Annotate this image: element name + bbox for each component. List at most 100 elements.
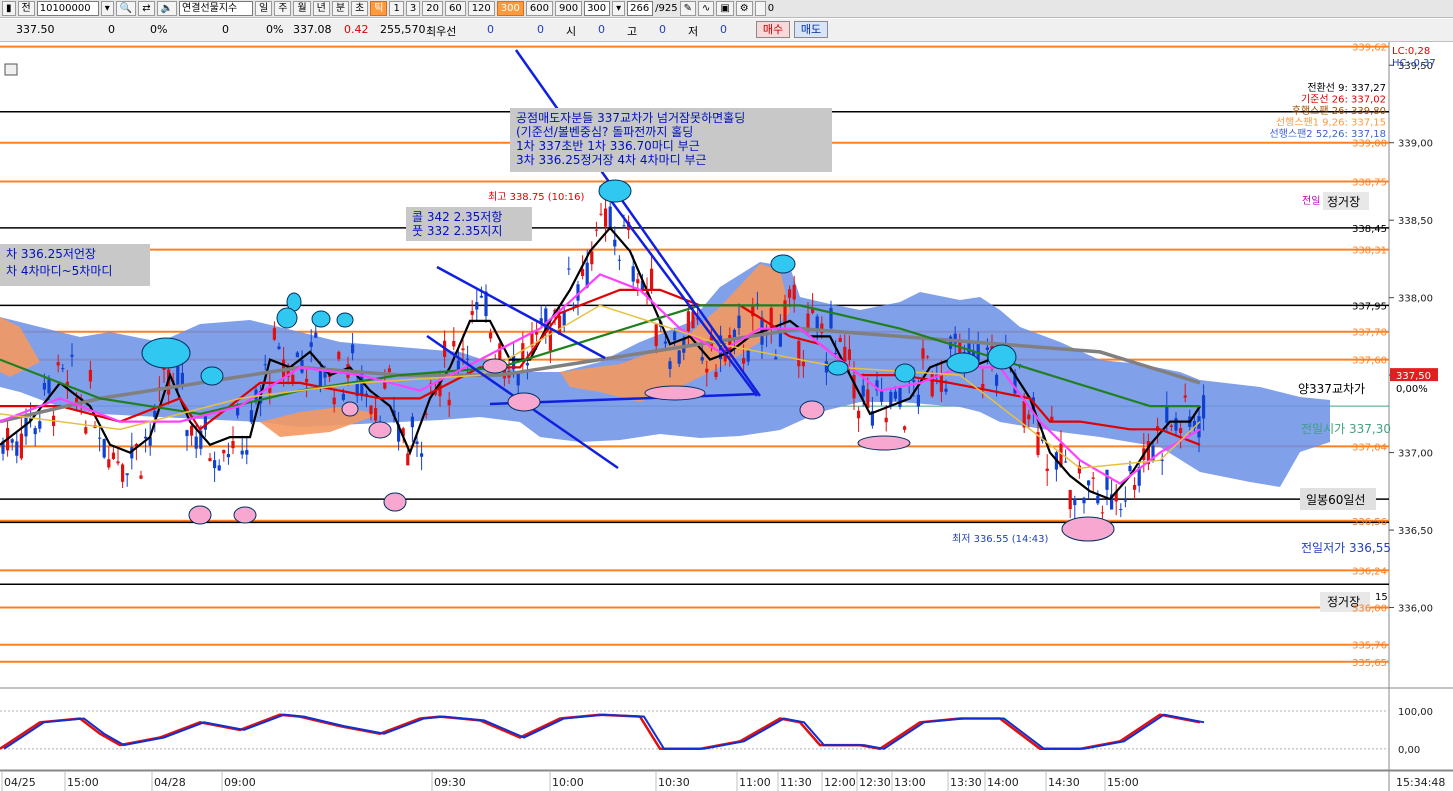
grid-menu-icon[interactable] [4,63,18,76]
indicator-legend-item: 기준선 26: 337,02 [1301,94,1386,106]
candle [277,346,281,350]
candle [263,364,267,366]
candle [590,251,594,265]
highlight-ellipse [894,363,916,383]
candle [599,213,603,215]
interval-1[interactable]: 1 [389,1,404,16]
volume-value: 255,570 [380,23,426,36]
dropdown-arrow-icon[interactable]: ▾ [100,1,114,16]
candle [1027,414,1031,420]
x-tick-label: 04/28 [154,776,186,789]
candle [208,458,212,462]
period-month[interactable]: 월 [293,1,311,16]
window-icon[interactable]: ▮ [2,1,16,16]
candle [525,363,529,366]
quote-v2: 0 [222,23,229,36]
speaker-icon[interactable]: 🔈 [156,1,178,16]
candle [604,208,608,227]
level-label: 337,78 [1352,328,1387,339]
current-price-label: 337,50 [1396,371,1431,382]
candle [949,336,953,349]
highlight-ellipse [827,360,849,376]
save-icon[interactable]: ▣ [716,1,734,16]
level-label: 337,04 [1352,442,1387,453]
candle [240,450,244,455]
period-minute[interactable]: 분 [331,1,350,16]
candle [677,350,681,364]
candle [792,284,796,300]
candle [880,391,884,402]
highlight-ellipse [857,435,911,451]
buy-button[interactable]: 매수 [756,21,790,38]
candle [1100,512,1104,514]
candle [70,354,74,357]
interval-input[interactable]: 300 [584,1,611,16]
interval-20[interactable]: 20 [422,1,443,16]
period-tick[interactable]: 틱 [370,1,388,16]
candle [654,324,658,346]
link-icon[interactable]: ⇄ [138,1,155,16]
candle [834,352,838,355]
candle [1045,468,1049,472]
interval-120[interactable]: 120 [467,1,495,16]
candle [1179,428,1183,434]
candle [668,361,672,369]
period-week[interactable]: 주 [274,1,292,16]
period-day[interactable]: 일 [255,1,273,16]
label-jeo: 저 [688,25,699,38]
small-label: 15 [1375,592,1388,603]
candle [341,393,345,400]
candle [176,366,180,386]
candle [829,307,833,329]
interval-300[interactable]: 300 [496,1,524,16]
quote-v1: 0 [108,23,115,36]
instrument-select[interactable]: 연결선물지수 [179,1,254,16]
period-year[interactable]: 년 [312,1,330,16]
osc-tick-label: 0,00 [1398,745,1420,756]
interval-900[interactable]: 900 [554,1,583,16]
dropdown-arrow-icon[interactable]: ▾ [612,1,626,16]
search-icon[interactable]: 🔍 [115,1,137,16]
x-tick-label: 09:00 [224,776,256,789]
price-chart[interactable]: 전환선 9: 337,27기준선 26: 337,02후행스팬 26: 339,… [0,42,1453,791]
interval-600[interactable]: 600 [525,1,553,16]
candle [222,449,226,454]
sell-button[interactable]: 매도 [794,21,828,38]
interval-60[interactable]: 60 [444,1,466,16]
strategy-note-text: (기준선/볼벤중심? 돌파전까지 홀딩 [516,125,693,139]
low-label: 최저 336.55 (14:43) [952,533,1048,545]
x-tick-label: 12:00 [824,776,856,789]
code-input[interactable]: 10100000 [36,1,99,16]
candle [1096,495,1100,504]
draw-tool-icon[interactable]: ✎ [679,1,696,16]
indicator-legend-item: 선행스팬1 9,26: 337,15 [1276,117,1386,129]
candle [1105,469,1109,490]
candle [636,279,640,284]
candle [38,421,42,429]
checkbox[interactable] [754,1,766,16]
osc-tick-label: 100,00 [1398,707,1433,718]
count-input[interactable]: 266 [627,1,654,16]
candle [714,371,718,377]
checkbox-label: 0 [767,3,775,14]
gear-icon[interactable]: ⚙ [735,1,753,16]
candle [226,454,230,458]
indicator-icon[interactable]: ∿ [697,1,715,16]
daily60-label: 일봉60일선 [1306,493,1365,507]
candle [318,371,322,387]
candle [535,332,539,335]
highlight-ellipse [383,492,407,512]
interval-3[interactable]: 3 [405,1,421,16]
candle [663,341,667,344]
candle [102,439,106,458]
toolbar-item-jeon[interactable]: 전 [17,1,35,16]
candle [995,374,999,386]
candle [245,450,249,455]
highlight-ellipse [482,358,508,374]
candle [797,340,801,367]
station-label: 정거장 [1327,195,1360,209]
x-tick-label: 04/25 [4,776,36,789]
indicator-legend-item: 후행스팬 26: 339,80 [1292,105,1386,117]
highlight-ellipse [141,337,191,369]
period-second[interactable]: 초 [351,1,369,16]
